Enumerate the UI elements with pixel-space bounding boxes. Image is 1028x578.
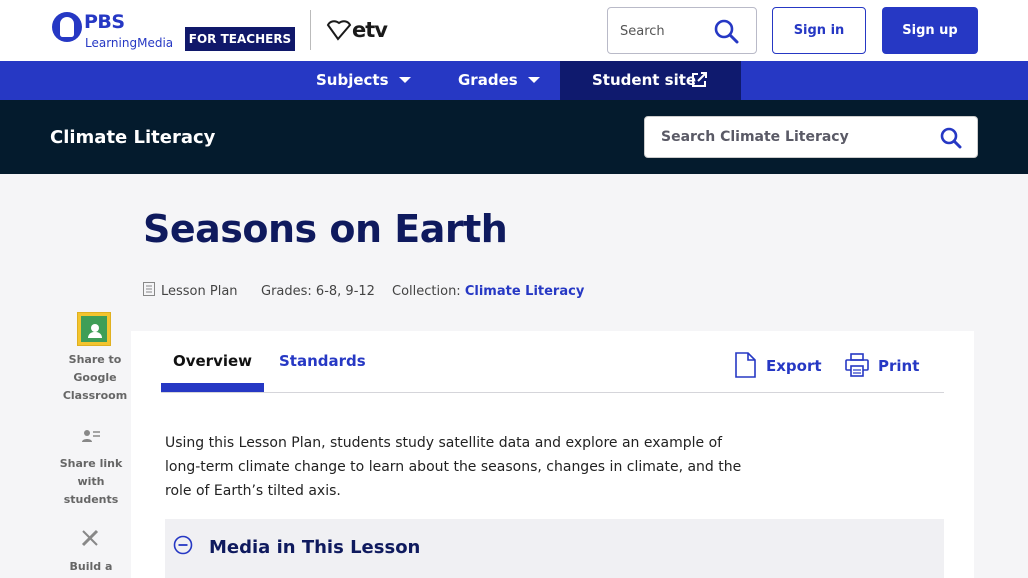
etv-logo[interactable]: etv — [326, 16, 388, 44]
main-nav: Subjects Grades Student site — [0, 61, 1028, 100]
nav-grades[interactable]: Grades — [458, 61, 540, 100]
export-label: Export — [766, 357, 822, 375]
search-icon[interactable] — [940, 127, 962, 149]
export-button[interactable]: Export — [735, 351, 822, 381]
pbs-head-icon — [52, 12, 82, 42]
collection-search-input[interactable] — [661, 126, 931, 148]
resource-collection: Collection: Climate Literacy — [392, 284, 584, 299]
resource-type: Lesson Plan — [161, 284, 238, 299]
pbs-learningmedia-logo[interactable]: PBS LearningMedia — [52, 11, 177, 51]
nav-subjects-label: Subjects — [316, 71, 389, 89]
lesson-plan-icon — [143, 282, 155, 296]
share-link-students-label[interactable]: Share link with students — [56, 455, 126, 509]
top-header: PBS LearningMedia FOR TEACHERS etv Sign … — [0, 0, 1028, 61]
tabs-divider — [161, 392, 944, 393]
site-search-input[interactable] — [620, 20, 710, 42]
collection-title[interactable]: Climate Literacy — [50, 127, 215, 148]
nav-student-site-label: Student site — [592, 71, 697, 89]
etv-text: etv — [352, 18, 388, 42]
collection-label: Collection: — [392, 284, 461, 299]
collection-bar: Climate Literacy — [0, 100, 1028, 174]
lesson-card: Overview Standards Export Print Using th… — [131, 331, 974, 578]
etv-heart-icon — [326, 20, 352, 41]
chevron-down-icon — [527, 77, 540, 83]
print-label: Print — [878, 357, 920, 375]
printer-icon — [845, 353, 869, 377]
tab-standards[interactable]: Standards — [279, 349, 366, 374]
lesson-description: Using this Lesson Plan, students study s… — [165, 435, 742, 499]
chevron-down-icon — [398, 77, 411, 83]
build-lesson-icon[interactable] — [80, 528, 100, 548]
share-link-icon[interactable] — [81, 428, 101, 444]
brand-name: PBS — [84, 11, 125, 33]
media-accordion[interactable]: Media in This Lesson — [165, 519, 944, 578]
collapse-minus-icon[interactable] — [173, 535, 193, 555]
resource-grades: Grades: 6-8, 9-12 — [261, 284, 375, 299]
nav-student-site[interactable]: Student site — [560, 61, 741, 100]
nav-grades-label: Grades — [458, 71, 518, 89]
sign-in-button[interactable]: Sign in — [772, 7, 866, 54]
collection-link[interactable]: Climate Literacy — [465, 284, 584, 299]
document-icon — [735, 352, 756, 378]
media-section-title: Media in This Lesson — [209, 537, 421, 558]
nav-subjects[interactable]: Subjects — [316, 61, 411, 100]
page-title: Seasons on Earth — [143, 207, 508, 251]
brand-sub: LearningMedia — [85, 36, 174, 50]
site-search — [607, 7, 757, 54]
external-link-icon — [692, 72, 707, 87]
print-button[interactable]: Print — [845, 351, 919, 381]
collection-search — [644, 116, 978, 158]
for-teachers-badge[interactable]: FOR TEACHERS — [185, 27, 295, 51]
share-google-classroom-label[interactable]: Share to Google Classroom — [60, 351, 130, 405]
build-label[interactable]: Build a — [56, 558, 126, 576]
sign-up-button[interactable]: Sign up — [882, 7, 978, 54]
header-divider — [310, 10, 311, 50]
search-icon[interactable] — [713, 18, 739, 44]
google-classroom-icon[interactable] — [77, 312, 111, 346]
